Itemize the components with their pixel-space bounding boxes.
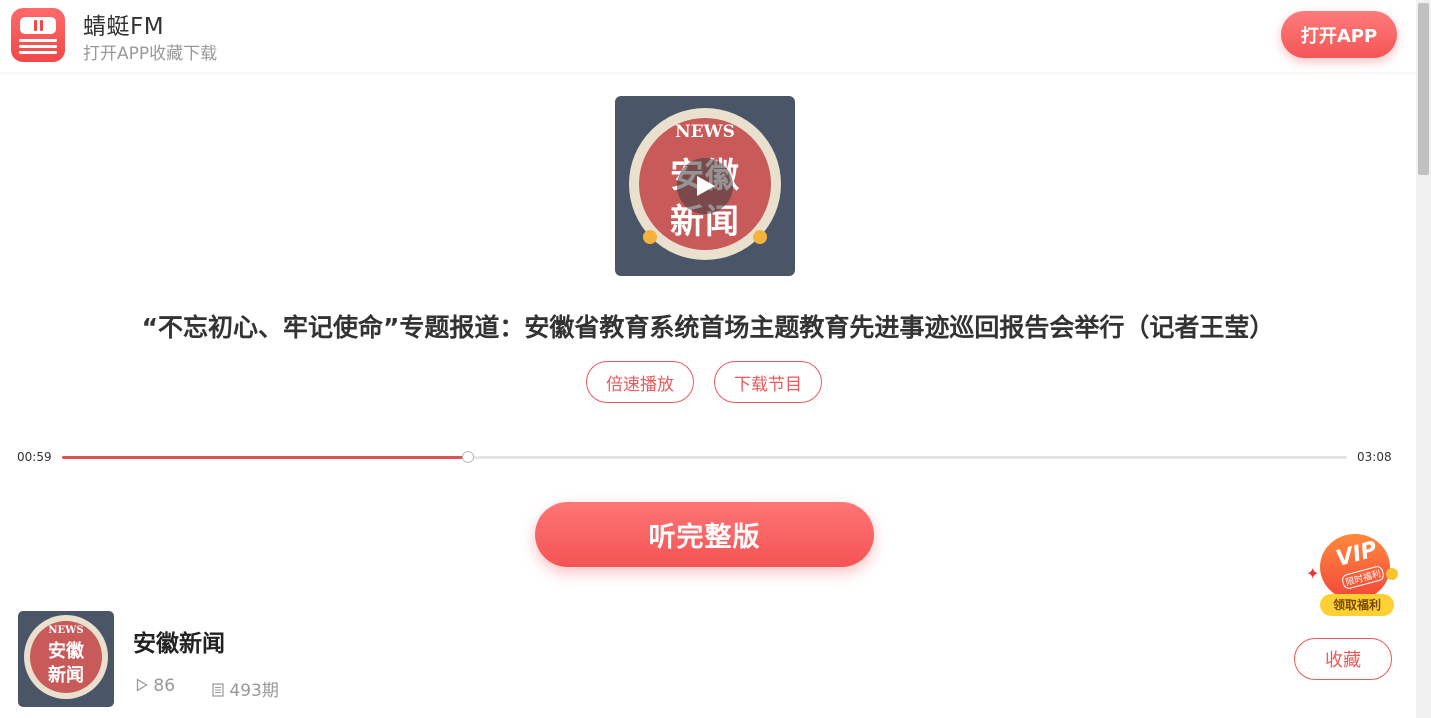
collect-button[interactable]: 收藏 <box>1294 638 1392 680</box>
album-cover[interactable]: NEWS 安徽 新闻 <box>18 611 114 707</box>
app-logo-icon[interactable] <box>11 8 65 62</box>
episode-count: 493期 <box>212 676 279 701</box>
download-episode-button[interactable]: 下载节目 <box>714 361 822 403</box>
album-cover-news-text: NEWS <box>48 625 84 636</box>
app-name: 蜻蜓FM <box>83 14 165 40</box>
scrollbar-thumb[interactable] <box>1418 3 1429 175</box>
play-count-value: 86 <box>153 676 176 696</box>
vip-benefit-badge[interactable]: ✦ VIP 限时福利 领取福利 <box>1306 532 1400 618</box>
app-subtitle: 打开APP收藏下载 <box>83 44 218 64</box>
total-time: 03:08 <box>1357 450 1392 464</box>
coin-icon <box>1386 568 1398 580</box>
listen-full-version-button[interactable]: 听完整版 <box>535 502 874 567</box>
sparkle-icon: ✦ <box>1306 564 1320 583</box>
play-count-icon <box>136 678 148 692</box>
vip-claim-label: 领取福利 <box>1320 594 1394 616</box>
play-button[interactable] <box>677 158 733 214</box>
top-banner: 蜻蜓FM 打开APP收藏下载 打开APP <box>0 0 1416 72</box>
open-app-button[interactable]: 打开APP <box>1281 11 1397 58</box>
playback-speed-button[interactable]: 倍速播放 <box>586 361 694 403</box>
play-icon <box>697 176 715 196</box>
current-time: 00:59 <box>17 450 52 464</box>
album-cover-title-line2: 新闻 <box>48 665 84 686</box>
episode-count-value: 493期 <box>229 681 279 701</box>
episode-title: “不忘初心、牢记使命”专题报道：安徽省教育系统首场主题教育先进事迹巡回报告会举行… <box>141 313 1275 342</box>
progress-fill <box>62 456 469 459</box>
progress-handle[interactable] <box>462 451 475 463</box>
list-icon <box>212 683 224 697</box>
album-cover-title-line1: 安徽 <box>48 641 84 662</box>
album-name[interactable]: 安徽新闻 <box>133 624 225 658</box>
progress-track[interactable] <box>62 456 1347 459</box>
cover-news-text: NEWS <box>675 122 735 142</box>
play-count: 86 <box>136 676 175 696</box>
